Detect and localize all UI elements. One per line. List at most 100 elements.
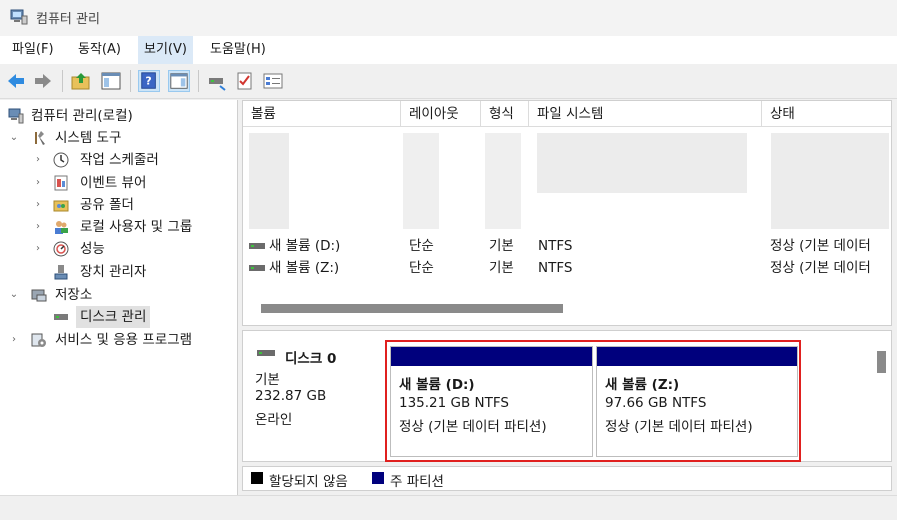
tree-item-system-tools[interactable]: ⌄ 시스템 도구 bbox=[0, 127, 237, 149]
tree-item-label: 저장소 bbox=[55, 287, 93, 303]
column-header-layout[interactable]: 레이아웃 bbox=[401, 101, 481, 127]
menu-bar: 파일(F) 동작(A) 보기(V) 도움말(H) bbox=[0, 36, 897, 64]
disk-layout-pane: 디스크 0 기본 232.87 GB 온라인 새 볼륨 (D:) 135.21 … bbox=[242, 330, 892, 462]
tree-item-label: 로컬 사용자 및 그룹 bbox=[80, 219, 193, 235]
menu-help[interactable]: 도움말(H) bbox=[204, 36, 272, 64]
chevron-right-icon[interactable]: › bbox=[32, 194, 44, 216]
tools-icon bbox=[35, 131, 45, 145]
disk-state: 온라인 bbox=[255, 412, 293, 428]
chevron-down-icon[interactable]: ⌄ bbox=[8, 284, 20, 306]
disk-drive-icon bbox=[249, 265, 265, 271]
redacted-content bbox=[771, 133, 889, 229]
vertical-scrollbar-thumb[interactable] bbox=[877, 351, 886, 373]
partition-name: 새 볼륨 (D:) bbox=[399, 377, 475, 393]
primary-partition-bar bbox=[597, 347, 797, 366]
menu-action[interactable]: 동작(A) bbox=[72, 36, 127, 64]
show-hide-console-tree-icon[interactable] bbox=[100, 70, 122, 92]
horizontal-scrollbar-thumb[interactable] bbox=[261, 304, 563, 313]
cell-volume: 새 볼륨 (D:) bbox=[269, 238, 341, 254]
primary-partition-bar bbox=[391, 347, 592, 366]
tree-item-label: 장치 관리자 bbox=[80, 264, 147, 280]
tree-item-shared-folders[interactable]: › 공유 폴더 bbox=[0, 194, 237, 216]
menu-view[interactable]: 보기(V) bbox=[138, 36, 193, 64]
back-arrow-icon[interactable] bbox=[5, 70, 27, 92]
redacted-content bbox=[485, 133, 521, 229]
chevron-right-icon[interactable]: › bbox=[32, 216, 44, 238]
title-bar: 컴퓨터 관리 bbox=[0, 0, 897, 36]
toolbar-separator bbox=[130, 70, 131, 92]
checklist-icon[interactable] bbox=[234, 70, 256, 92]
tree-item-local-users[interactable]: › 로컬 사용자 및 그룹 bbox=[0, 216, 237, 238]
tree-item-disk-management[interactable]: 디스크 관리 bbox=[0, 306, 237, 328]
cell-type: 기본 bbox=[489, 260, 514, 276]
show-action-pane-icon[interactable] bbox=[168, 70, 190, 92]
users-icon bbox=[55, 221, 68, 234]
tree-item-label: 서비스 및 응용 프로그램 bbox=[55, 332, 193, 348]
storage-icon bbox=[31, 289, 47, 302]
redacted-content bbox=[249, 133, 289, 229]
connect-drive-icon[interactable] bbox=[206, 70, 228, 92]
tree-item-event-viewer[interactable]: › 이벤트 뷰어 bbox=[0, 172, 237, 194]
forward-arrow-icon[interactable] bbox=[32, 70, 54, 92]
tree-item-task-scheduler[interactable]: › 작업 스케줄러 bbox=[0, 149, 237, 171]
device-manager-icon bbox=[54, 265, 68, 280]
chevron-right-icon[interactable]: › bbox=[8, 329, 20, 351]
tree-item-label: 시스템 도구 bbox=[55, 130, 122, 146]
tree-item-label: 성능 bbox=[80, 241, 105, 257]
disk-drive-icon bbox=[249, 243, 265, 249]
tree-item-label: 컴퓨터 관리(로컬) bbox=[31, 108, 133, 124]
chevron-right-icon[interactable]: › bbox=[32, 172, 44, 194]
partition-status: 정상 (기본 데이터 파티션) bbox=[399, 419, 547, 435]
cell-file-system: NTFS bbox=[538, 238, 573, 254]
column-header-type[interactable]: 형식 bbox=[481, 101, 529, 127]
up-folder-icon[interactable] bbox=[70, 70, 92, 92]
column-header-volume[interactable]: 볼륨 bbox=[243, 101, 401, 127]
cell-type: 기본 bbox=[489, 238, 514, 254]
column-header-file-system[interactable]: 파일 시스템 bbox=[529, 101, 762, 127]
tree-item-label: 디스크 관리 bbox=[76, 306, 151, 328]
chevron-right-icon[interactable]: › bbox=[32, 149, 44, 171]
legend-swatch-primary bbox=[372, 472, 384, 484]
cell-status: 정상 (기본 데이터 bbox=[770, 260, 871, 276]
tree-item-computer-management[interactable]: 컴퓨터 관리(로컬) bbox=[0, 105, 237, 127]
tree-item-device-manager[interactable]: 장치 관리자 bbox=[0, 261, 237, 283]
tree-item-label: 이벤트 뷰어 bbox=[80, 175, 147, 191]
disk-drive-icon bbox=[257, 350, 275, 356]
cell-file-system: NTFS bbox=[538, 260, 573, 276]
table-row[interactable]: 새 볼륨 (D:) 단순 기본 NTFS 정상 (기본 데이터 bbox=[243, 235, 891, 257]
partition-size: 97.66 GB NTFS bbox=[605, 395, 707, 411]
partition-z[interactable]: 새 볼륨 (Z:) 97.66 GB NTFS 정상 (기본 데이터 파티션) bbox=[596, 346, 798, 457]
partition-d[interactable]: 새 볼륨 (D:) 135.21 GB NTFS 정상 (기본 데이터 파티션) bbox=[390, 346, 593, 457]
window-title: 컴퓨터 관리 bbox=[36, 12, 100, 27]
cell-volume: 새 볼륨 (Z:) bbox=[269, 260, 340, 276]
menu-file[interactable]: 파일(F) bbox=[6, 36, 60, 64]
tree-item-services-apps[interactable]: › 서비스 및 응용 프로그램 bbox=[0, 329, 237, 351]
legend: 할당되지 않음 주 파티션 bbox=[242, 466, 892, 491]
partition-highlight-box: 새 볼륨 (D:) 135.21 GB NTFS 정상 (기본 데이터 파티션)… bbox=[385, 340, 801, 462]
toolbar-separator bbox=[198, 70, 199, 92]
tree-item-performance[interactable]: › 성능 bbox=[0, 238, 237, 260]
help-icon[interactable]: ? bbox=[138, 70, 160, 92]
performance-icon bbox=[53, 241, 69, 257]
properties-icon[interactable] bbox=[262, 70, 284, 92]
chevron-right-icon[interactable]: › bbox=[32, 238, 44, 260]
clock-icon bbox=[53, 152, 69, 168]
column-header-status[interactable]: 상태 bbox=[762, 101, 891, 127]
tree-item-label: 공유 폴더 bbox=[80, 197, 134, 213]
services-icon bbox=[31, 333, 46, 347]
computer-management-icon bbox=[10, 9, 28, 25]
redacted-content bbox=[537, 133, 747, 193]
toolbar: ? bbox=[0, 64, 897, 99]
chevron-down-icon[interactable]: ⌄ bbox=[8, 127, 20, 149]
table-row[interactable]: 새 볼륨 (Z:) 단순 기본 NTFS 정상 (기본 데이터 bbox=[243, 257, 891, 279]
disk-size: 232.87 GB bbox=[255, 388, 327, 404]
legend-label-unallocated: 할당되지 않음 bbox=[269, 474, 348, 490]
legend-swatch-unallocated bbox=[251, 472, 263, 484]
shared-folder-icon bbox=[53, 200, 69, 212]
tree-item-storage[interactable]: ⌄ 저장소 bbox=[0, 284, 237, 306]
cell-status: 정상 (기본 데이터 bbox=[770, 238, 871, 254]
volume-list: 볼륨 레이아웃 형식 파일 시스템 상태 새 볼륨 (D:) 단순 기본 NTF… bbox=[242, 100, 892, 326]
partition-name: 새 볼륨 (Z:) bbox=[605, 377, 680, 393]
tree-item-label: 작업 스케줄러 bbox=[80, 152, 159, 168]
cell-layout: 단순 bbox=[409, 238, 434, 254]
